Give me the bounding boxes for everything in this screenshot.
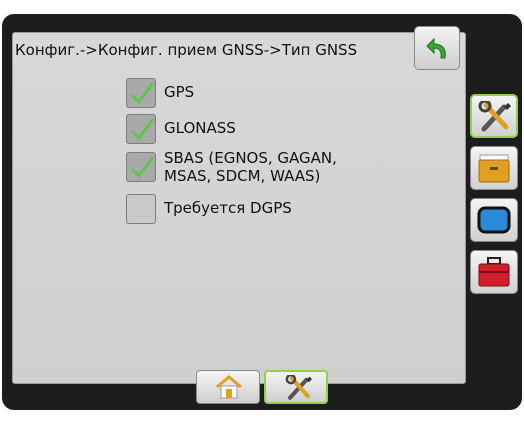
side-tab-drawer[interactable] [470, 146, 518, 190]
display-icon [477, 206, 511, 234]
side-tab-toolbox[interactable] [470, 250, 518, 294]
home-icon [216, 375, 242, 399]
side-tab-config[interactable] [470, 94, 518, 138]
dgps-label: Требуется DGPS [164, 199, 292, 217]
gps-checkbox[interactable] [126, 78, 156, 108]
checkmark-icon [130, 82, 155, 105]
gps-label: GPS [164, 83, 195, 101]
dgps-checkbox[interactable] [126, 194, 156, 224]
back-button[interactable] [414, 26, 460, 70]
checkmark-icon [130, 118, 155, 141]
tools-icon [478, 101, 511, 132]
sbas-label-line2: MSAS, SDCM, WAAS) [164, 167, 321, 185]
sbas-label: SBAS (EGNOS, GAGAN, [164, 149, 337, 167]
side-tab-display[interactable] [470, 198, 518, 242]
glonass-label: GLONASS [164, 119, 236, 137]
tab-config[interactable] [264, 370, 328, 404]
tools-icon [285, 375, 312, 400]
back-arrow-icon [426, 37, 446, 59]
sbas-checkbox[interactable] [126, 152, 156, 182]
glonass-checkbox[interactable] [126, 114, 156, 144]
page-title: Конфиг.->Конфиг. прием GNSS->Тип GNSS [15, 41, 358, 59]
tab-home[interactable] [196, 370, 260, 404]
toolbox-icon [478, 257, 510, 287]
drawer-icon [478, 154, 510, 183]
checkmark-icon [130, 156, 155, 179]
